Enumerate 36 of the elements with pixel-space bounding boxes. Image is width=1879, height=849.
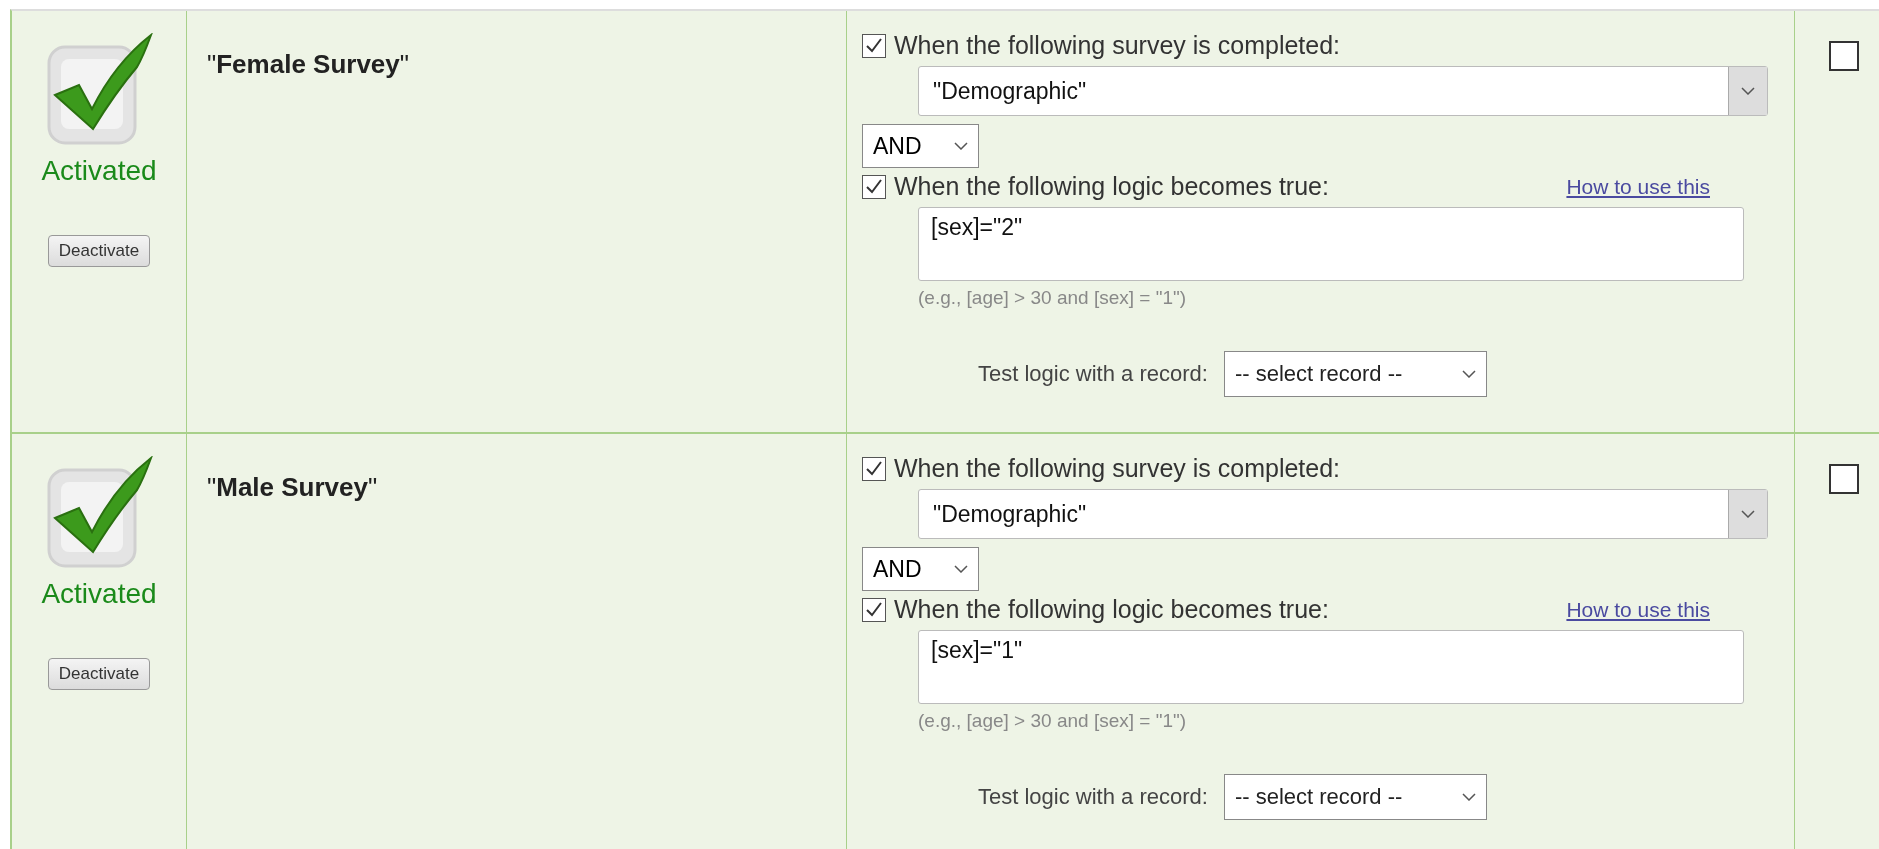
chevron-icon <box>1461 370 1476 378</box>
survey-select[interactable]: "Demographic" <box>918 489 1768 539</box>
condition-label: When the following logic becomes true: <box>894 172 1329 201</box>
survey-select[interactable]: "Demographic" <box>918 66 1768 116</box>
condition-label: When the following logic becomes true: <box>894 595 1329 624</box>
logic-field[interactable]: [sex]="2" <box>918 207 1744 281</box>
logic-field[interactable]: [sex]="1" <box>918 630 1744 704</box>
chevron-icon <box>1741 510 1755 518</box>
hint-text: (e.g., [age] > 30 and [sex] = "1") <box>918 287 1188 309</box>
help-link[interactable]: How to use this <box>1566 597 1710 622</box>
chevron-icon <box>954 142 968 150</box>
condition-label: When the following survey is completed: <box>894 454 1341 483</box>
status-label: Activated <box>41 155 157 187</box>
help-link[interactable]: How to use this <box>1566 174 1710 199</box>
record-select[interactable]: -- select record -- <box>1223 351 1487 397</box>
record-select[interactable]: -- select record -- <box>1223 774 1487 820</box>
checkbox[interactable] <box>1829 41 1859 71</box>
checkbox[interactable] <box>862 456 886 481</box>
survey-title: "Male Survey" <box>207 472 379 503</box>
checkbox[interactable] <box>862 597 886 622</box>
status-label: Activated <box>41 578 157 610</box>
checkbox[interactable] <box>862 33 886 58</box>
test-label: Test logic with a record: <box>978 361 1208 387</box>
chevron-icon <box>1741 87 1755 95</box>
operator-select[interactable]: AND <box>862 124 979 168</box>
operator-select[interactable]: AND <box>862 547 979 591</box>
condition-label: When the following survey is completed: <box>894 31 1341 60</box>
chevron-icon <box>1461 793 1476 801</box>
test-label: Test logic with a record: <box>978 784 1208 810</box>
checkbox[interactable] <box>1829 464 1859 494</box>
survey-title: "Female Survey" <box>207 49 411 80</box>
chevron-icon <box>954 565 968 573</box>
hint-text: (e.g., [age] > 30 and [sex] = "1") <box>918 710 1188 732</box>
checkbox[interactable] <box>862 174 886 199</box>
deactivate-button[interactable]: Deactivate <box>47 658 151 690</box>
deactivate-button[interactable]: Deactivate <box>47 235 151 267</box>
